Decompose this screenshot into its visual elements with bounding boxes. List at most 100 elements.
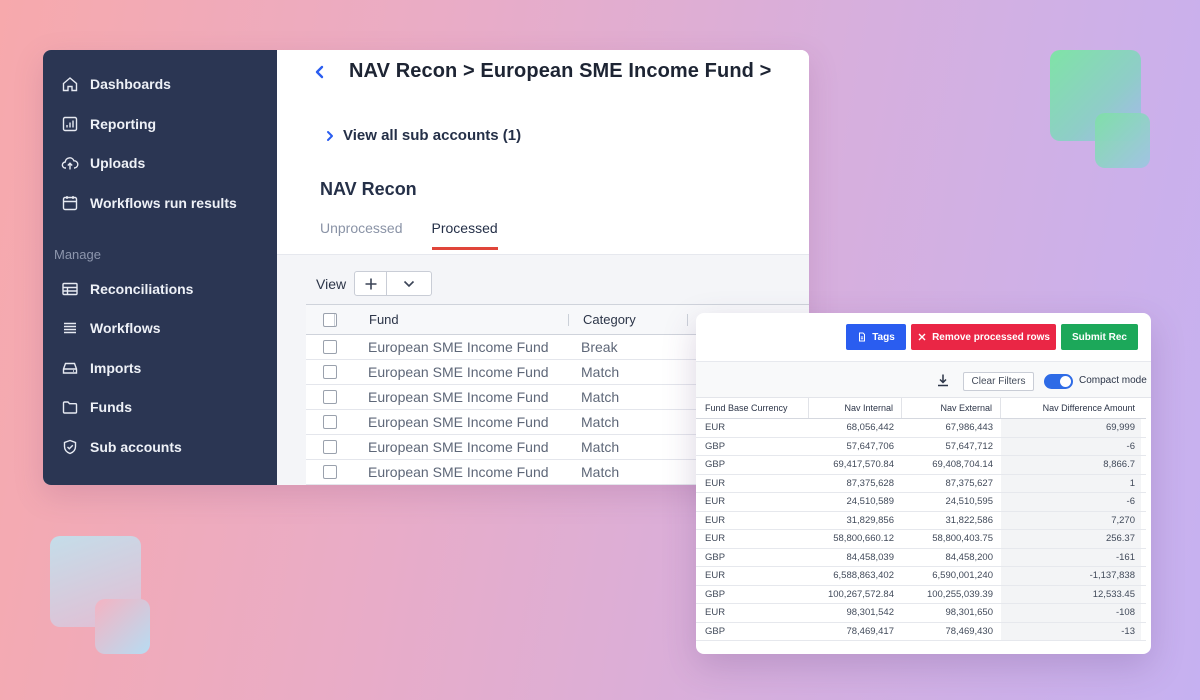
sidebar-item-funds[interactable]: Funds: [61, 398, 132, 416]
row-select-cell: [306, 340, 353, 354]
home-icon: [62, 77, 78, 92]
clear-filters-button[interactable]: Clear Filters: [963, 372, 1034, 391]
fund-cell: European SME Income Fund: [368, 414, 549, 430]
sidebar-item-label: Workflows: [90, 320, 161, 336]
compact-mode-toggle[interactable]: [1044, 374, 1073, 389]
download-icon[interactable]: [936, 373, 950, 387]
grid-row[interactable]: EUR 31,829,856 31,822,586 7,270: [696, 511, 1146, 530]
row-select-cell: [306, 465, 353, 479]
currency-cell: GBP: [705, 625, 726, 637]
nav-internal-cell: 78,469,417: [846, 625, 894, 637]
grid-row[interactable]: EUR 58,800,660.12 58,800,403.75 256.37: [696, 530, 1146, 549]
row-checkbox[interactable]: [323, 340, 337, 354]
column-header-fund[interactable]: Fund: [354, 312, 568, 327]
sidebar-item-imports[interactable]: Imports: [61, 359, 141, 377]
nav-difference-cell: -13: [1001, 622, 1141, 640]
nav-external-cell: 24,510,595: [945, 496, 993, 508]
nav-internal-cell: 69,417,570.84: [833, 459, 894, 471]
grid-row[interactable]: EUR 68,056,442 67,986,443 69,999: [696, 419, 1146, 438]
grid-row[interactable]: EUR 87,375,628 87,375,627 1: [696, 474, 1146, 493]
row-checkbox[interactable]: [323, 365, 337, 379]
calendar-icon: [62, 196, 78, 211]
row-checkbox[interactable]: [323, 440, 337, 454]
grid-row[interactable]: EUR 6,588,863,402 6,590,001,240 -1,137,838: [696, 567, 1146, 586]
sidebar-item-dashboards[interactable]: Dashboards: [61, 75, 171, 93]
table-icon: [62, 282, 78, 296]
grid-row[interactable]: EUR 98,301,542 98,301,650 -108: [696, 604, 1146, 623]
row-checkbox[interactable]: [323, 465, 337, 479]
currency-cell: GBP: [705, 440, 726, 452]
sidebar-item-label: Funds: [90, 399, 132, 415]
nav-internal-cell: 98,301,542: [846, 607, 894, 619]
tab-unprocessed[interactable]: Unprocessed: [320, 220, 403, 250]
fund-cell: European SME Income Fund: [368, 339, 549, 355]
category-cell: Match: [581, 439, 620, 455]
currency-cell: EUR: [705, 514, 726, 526]
tags-button[interactable]: Tags: [846, 324, 906, 350]
nav-internal-cell: 87,375,628: [846, 477, 894, 489]
grid-row[interactable]: EUR 24,510,589 24,510,595 -6: [696, 493, 1146, 512]
grid-row[interactable]: GBP 84,458,039 84,458,200 -161: [696, 548, 1146, 567]
app-window: Dashboards Reporting Uploads Workflows r…: [43, 50, 809, 485]
row-checkbox[interactable]: [323, 390, 337, 404]
add-view-button[interactable]: [354, 271, 388, 296]
nav-external-cell: 69,408,704.14: [932, 459, 993, 471]
sidebar-item-reconciliations[interactable]: Reconciliations: [61, 280, 193, 298]
column-header-category[interactable]: Category: [569, 312, 687, 327]
remove-processed-rows-button[interactable]: Remove processed rows: [911, 324, 1056, 350]
nav-internal-cell: 31,829,856: [846, 514, 894, 526]
grid-row[interactable]: GBP 69,417,570.84 69,408,704.14 8,866.7: [696, 456, 1146, 475]
sidebar-item-workflows[interactable]: Workflows: [61, 319, 161, 337]
nav-difference-cell: -6: [1001, 493, 1141, 511]
nav-external-cell: 31,822,586: [945, 514, 993, 526]
folder-icon: [62, 401, 78, 414]
sidebar-item-workflows-run-results[interactable]: Workflows run results: [61, 194, 237, 212]
sidebar-item-reporting[interactable]: Reporting: [61, 115, 156, 133]
nav-internal-cell: 57,647,706: [846, 440, 894, 452]
sidebar-section-label: Manage: [54, 247, 101, 262]
nav-difference-cell: -6: [1001, 437, 1141, 455]
grid-header: Fund Base Currency Nav Internal Nav Exte…: [696, 398, 1146, 419]
column-header-nav-internal[interactable]: Nav Internal: [809, 398, 902, 418]
nav-difference-cell: -1,137,838: [1001, 567, 1141, 585]
nav-difference-cell: -108: [1001, 604, 1141, 622]
view-dropdown-button[interactable]: [387, 271, 433, 296]
column-header-nav-difference[interactable]: Nav Difference Amount: [1001, 398, 1141, 418]
sidebar: Dashboards Reporting Uploads Workflows r…: [43, 50, 277, 485]
currency-cell: GBP: [705, 459, 726, 471]
category-cell: Match: [581, 389, 620, 405]
column-header-fund-base-currency[interactable]: Fund Base Currency: [696, 398, 809, 418]
currency-cell: EUR: [705, 607, 726, 619]
grid-tools-bar: Clear Filters Compact mode: [696, 362, 1151, 398]
category-cell: Break: [581, 339, 618, 355]
grid-row[interactable]: GBP 100,267,572.84 100,255,039.39 12,533.45: [696, 585, 1146, 604]
view-sub-accounts-link[interactable]: View all sub accounts (1): [325, 127, 521, 144]
cloud-upload-icon: [61, 157, 79, 170]
grid-row[interactable]: GBP 78,469,417 78,469,430 -13: [696, 622, 1146, 641]
column-header-nav-external[interactable]: Nav External: [902, 398, 1001, 418]
compact-mode-label: Compact mode: [1079, 375, 1147, 386]
row-checkbox[interactable]: [323, 415, 337, 429]
chevron-left-icon[interactable]: [313, 62, 327, 82]
submit-rec-button[interactable]: Submit Rec: [1061, 324, 1138, 350]
nav-internal-cell: 84,458,039: [846, 551, 894, 563]
tab-bar: Unprocessed Processed: [320, 220, 527, 250]
nav-external-cell: 98,301,650: [945, 607, 993, 619]
tab-processed[interactable]: Processed: [431, 220, 498, 250]
section-title: NAV Recon: [320, 179, 417, 199]
currency-cell: EUR: [705, 496, 726, 508]
category-cell: Match: [581, 414, 620, 430]
nav-internal-cell: 6,588,863,402: [833, 570, 894, 582]
sidebar-item-uploads[interactable]: Uploads: [61, 154, 145, 172]
column-separator: [687, 313, 688, 326]
nav-internal-cell: 58,800,660.12: [833, 533, 894, 545]
sidebar-item-sub-accounts[interactable]: Sub accounts: [61, 438, 182, 456]
grid-row[interactable]: GBP 57,647,706 57,647,712 -6: [696, 437, 1146, 456]
breadcrumb-text[interactable]: NAV Recon > European SME Income Fund >: [349, 60, 771, 83]
nav-internal-cell: 68,056,442: [846, 422, 894, 434]
drive-icon: [62, 362, 78, 374]
category-cell: Match: [581, 464, 620, 480]
sidebar-item-label: Reporting: [90, 116, 157, 132]
nav-external-cell: 87,375,627: [945, 477, 993, 489]
stack-icon: [64, 322, 76, 334]
